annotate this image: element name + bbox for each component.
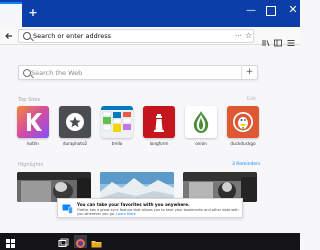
folder-icon	[91, 241, 102, 248]
top-sites-heading: Top Sites	[18, 97, 41, 103]
top-site-tile-kotlin[interactable]	[17, 106, 49, 138]
lighthouse-icon	[143, 106, 175, 138]
top-site-label: duraphoto2	[62, 141, 88, 146]
start-button[interactable]	[4, 235, 17, 248]
sync-notice: You can take your favorites with you any…	[57, 198, 243, 218]
highlights-heading: Highlights	[18, 162, 44, 168]
search-icon	[23, 69, 31, 77]
close-window-button[interactable]: ✕	[286, 4, 300, 16]
web-search-box: +	[18, 65, 258, 80]
top-site-label: duckduckgo	[230, 141, 256, 146]
top-site-tile-duckduckgo[interactable]	[227, 106, 259, 138]
top-site-label: kotlin	[27, 141, 39, 146]
devices-sync-icon	[62, 204, 73, 214]
onion-logo-icon	[185, 106, 217, 138]
sync-notice-text: Firefox has a great sync feature that al…	[77, 208, 239, 216]
task-view-icon	[58, 238, 69, 247]
firefox-taskbar-button[interactable]	[74, 235, 87, 248]
sidebar-icon[interactable]	[274, 32, 282, 47]
file-explorer-button[interactable]	[90, 235, 103, 248]
menu-icon[interactable]	[287, 32, 295, 46]
top-site-tile-onion[interactable]	[185, 106, 217, 138]
page-actions-button[interactable]: ···	[235, 30, 242, 42]
maximize-button[interactable]	[266, 6, 276, 16]
bookmark-star-button[interactable]: ☆	[245, 30, 252, 42]
task-view-button[interactable]	[57, 235, 70, 248]
back-button[interactable]	[3, 30, 15, 42]
top-site-tile-duraphoto2[interactable]	[59, 106, 91, 138]
web-search-input[interactable]	[31, 67, 241, 78]
top-site-label: onion	[195, 141, 207, 146]
top-site-label: trello	[111, 141, 123, 146]
top-site-tile-longform[interactable]	[143, 106, 175, 138]
star-badge-icon	[59, 106, 91, 138]
top-site-label: longform	[149, 141, 169, 146]
nav-toolbar: Search or enter address ··· ☆	[0, 27, 300, 47]
windows-logo-icon	[6, 239, 15, 248]
duckduckgo-logo-icon	[227, 106, 259, 138]
os-taskbar	[0, 233, 300, 250]
active-tab[interactable]	[0, 2, 22, 27]
tab-strip: + — ✕	[0, 0, 300, 27]
sync-notice-title: You can take your favorites with you any…	[77, 202, 190, 207]
kotlin-logo-icon	[17, 106, 49, 138]
top-sites-edit-link[interactable]: Edit	[247, 97, 256, 103]
url-bar[interactable]: Search or enter address ··· ☆	[18, 29, 254, 43]
search-icon	[23, 32, 31, 40]
url-placeholder: Search or enter address	[33, 32, 112, 40]
minimize-button[interactable]: —	[244, 6, 258, 16]
firefox-logo-icon	[76, 239, 85, 248]
search-submit-button[interactable]: +	[241, 66, 257, 79]
sync-notice-body: Firefox has a great sync feature that al…	[77, 208, 239, 216]
top-site-tile-trello[interactable]	[101, 106, 133, 138]
trello-board-thumbnail-icon	[101, 106, 133, 138]
learn-more-link[interactable]: Learn More	[116, 212, 136, 216]
reminders-link[interactable]: 3 Reminders	[232, 162, 260, 168]
library-icon[interactable]	[262, 32, 270, 47]
back-arrow-icon	[5, 33, 12, 39]
new-tab-button[interactable]: +	[27, 7, 39, 19]
